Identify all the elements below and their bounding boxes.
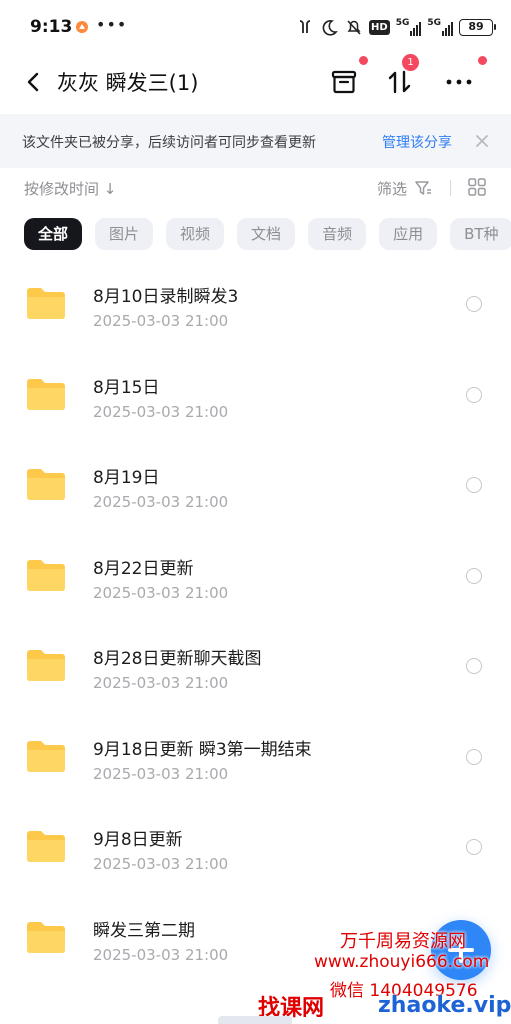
more-notification-dot [478,56,487,65]
manage-share-link[interactable]: 管理该分享 [382,132,452,152]
folder-icon [27,650,65,681]
file-name: 8月28日更新聊天截图 [93,649,262,669]
file-date: 2025-03-03 21:00 [93,945,229,964]
watermark-line: zhaoke.vip [378,993,511,1018]
file-list: 8月10日录制瞬发3 2025-03-03 21:00 8月15日 2025-0… [0,258,511,982]
grid-view-icon[interactable] [467,177,487,197]
list-item[interactable]: 9月8日更新 2025-03-03 21:00 [0,801,511,892]
tab-bt[interactable]: BT种 [450,218,511,250]
file-date: 2025-03-03 21:00 [93,493,229,511]
divider [450,180,451,196]
filter-icon[interactable] [413,178,433,198]
header: 灰灰 瞬发三(1) 1 [0,54,511,108]
tab-videos[interactable]: 视频 [166,218,225,250]
status-icons: HD 5G 5G 89 [295,16,496,38]
share-banner-text: 该文件夹已被分享，后续访问者可同步查看更新 [22,135,316,151]
select-checkbox[interactable] [466,658,482,674]
select-checkbox[interactable] [466,567,482,584]
archive-notification-dot [359,56,368,65]
sort-by-modified-time[interactable]: 按修改时间 ↓ [24,178,116,199]
list-item[interactable]: 8月19日 2025-03-03 21:00 [0,439,511,530]
file-name: 9月18日更新 瞬3第一期结束 [93,739,312,760]
folder-icon [27,831,65,862]
hd-icon: HD [369,19,390,35]
watermark-line: www.zhouyi666.com [314,952,490,972]
file-date: 2025-03-03 21:00 [93,764,229,783]
more-notifications-icon: ••• [96,15,128,34]
share-banner: 该文件夹已被分享，后续访问者可同步查看更新 管理该分享 [0,114,511,168]
folder-icon [27,921,65,953]
battery-icon: 89 [459,18,496,36]
file-date: 2025-03-03 21:00 [93,312,229,330]
file-date: 2025-03-03 21:00 [93,674,229,692]
mute-bell-icon [347,20,361,35]
select-checkbox[interactable] [466,839,482,855]
tab-images[interactable]: 图片 [95,218,154,250]
signal-5g-icon: 5G [396,18,422,36]
select-checkbox[interactable] [466,296,482,312]
app-notification-icon [76,21,88,33]
folder-icon [27,469,65,500]
tab-all[interactable]: 全部 [24,218,83,250]
file-name: 瞬发三第二期 [93,920,195,941]
status-bar: 9:13 ••• HD 5G 5G 89 [0,0,511,56]
file-name: 9月8日更新 [93,830,183,850]
earbuds-icon [299,20,311,33]
file-date: 2025-03-03 21:00 [93,402,229,421]
tab-documents[interactable]: 文档 [237,218,296,250]
folder-icon [27,740,65,772]
filter-button[interactable]: 筛选 [377,178,407,199]
file-date: 2025-03-03 21:00 [93,855,229,873]
close-icon[interactable] [472,131,492,151]
back-icon[interactable] [20,68,48,96]
moon-icon [322,20,338,36]
signal-5g-icon-2: 5G [427,18,453,36]
file-name: 8月10日录制瞬发3 [93,287,239,307]
file-date: 2025-03-03 21:00 [93,583,229,602]
list-item[interactable]: 8月10日录制瞬发3 2025-03-03 21:00 [0,258,511,349]
more-horizontal-icon[interactable] [441,64,477,100]
list-item[interactable]: 8月28日更新聊天截图 2025-03-03 21:00 [0,620,511,711]
file-name: 8月19日 [93,468,160,488]
file-name: 8月15日 [93,377,160,398]
tab-apps[interactable]: 应用 [379,218,438,250]
archive-box-icon[interactable] [326,64,362,100]
status-time: 9:13 [30,17,73,37]
watermark-line: 万千周易资源网 [340,931,466,952]
list-item[interactable]: 8月15日 2025-03-03 21:00 [0,349,511,440]
folder-icon [27,288,65,319]
list-item[interactable]: 8月22日更新 2025-03-03 21:00 [0,530,511,621]
select-checkbox[interactable] [466,748,482,765]
transfer-badge: 1 [402,54,419,71]
select-checkbox[interactable] [466,386,482,403]
page-title: 灰灰 瞬发三(1) [57,71,199,95]
list-item[interactable]: 9月18日更新 瞬3第一期结束 2025-03-03 21:00 [0,711,511,802]
bottom-sheet-handle[interactable] [218,1016,292,1024]
tab-audio[interactable]: 音频 [308,218,367,250]
folder-icon [27,378,65,410]
category-tabs: 全部 图片 视频 文档 音频 应用 BT种 [24,218,511,252]
select-checkbox[interactable] [466,477,482,493]
folder-icon [27,559,65,591]
file-name: 8月22日更新 [93,558,194,579]
